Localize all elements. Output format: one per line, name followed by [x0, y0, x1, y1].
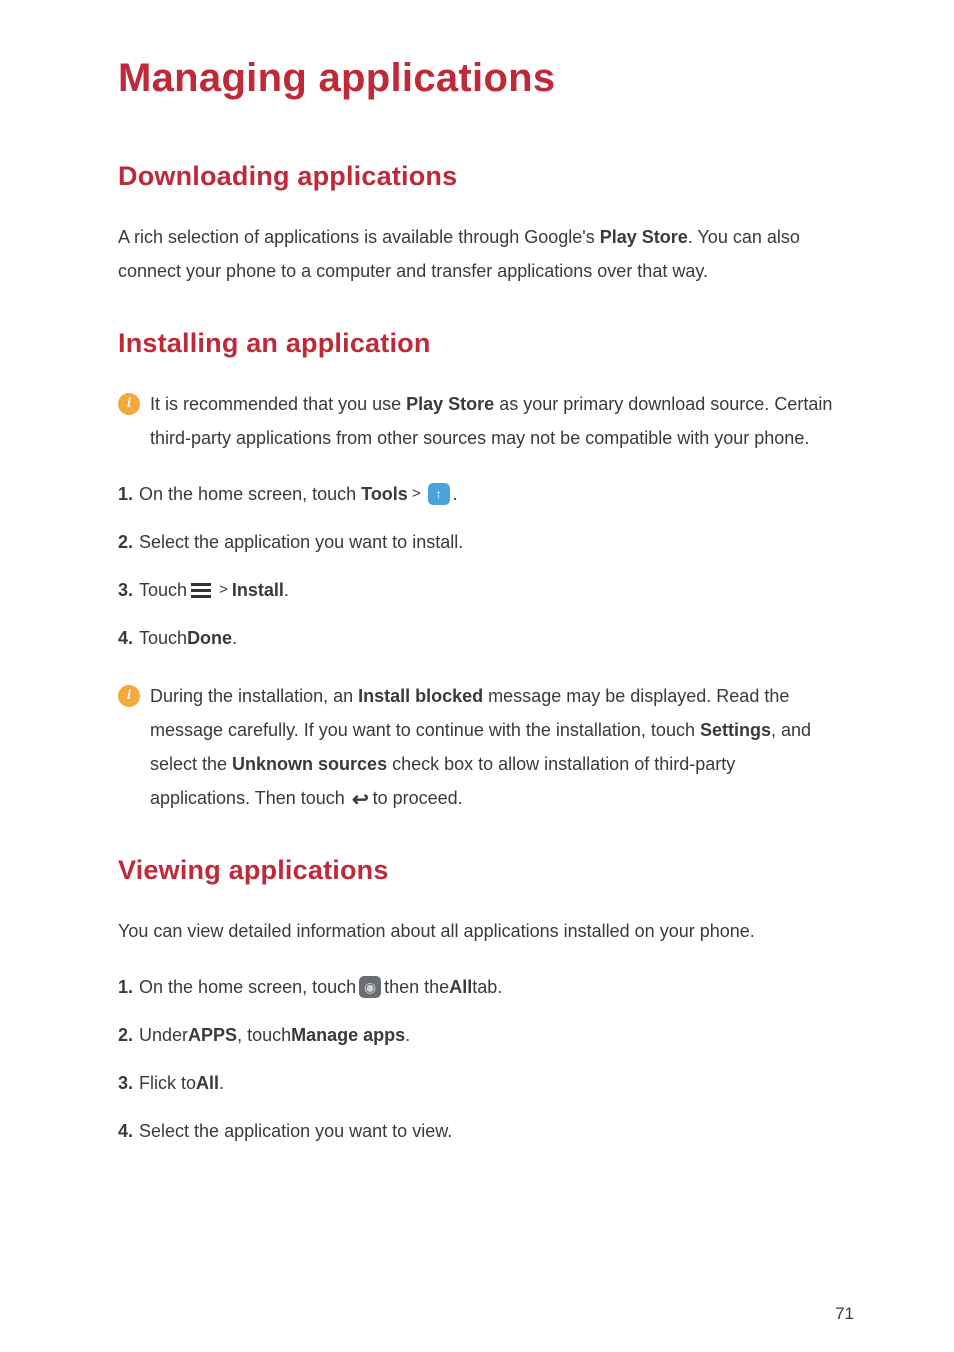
bold-play-store: Play Store — [600, 227, 688, 247]
bold-tools: Tools — [361, 477, 408, 511]
step-number: 4. — [118, 1114, 133, 1148]
info-icon: i — [118, 393, 140, 415]
text: Under — [139, 1018, 188, 1052]
info-note-play-store: i It is recommended that you use Play St… — [118, 387, 836, 455]
bold-all: All — [196, 1066, 219, 1100]
text: Touch — [139, 573, 187, 607]
step-number: 2. — [118, 1018, 133, 1052]
steps-install: 1. On the home screen, touch Tools > . 2… — [118, 477, 836, 655]
bold-play-store: Play Store — [406, 394, 494, 414]
step-number: 4. — [118, 621, 133, 655]
step-2: 2. Under APPS , touch Manage apps. — [118, 1018, 836, 1052]
bold-manage-apps: Manage apps — [291, 1018, 405, 1052]
greater-than-icon: > — [412, 477, 421, 511]
step-1: 1. On the home screen, touch then the Al… — [118, 970, 836, 1004]
bold-install: Install — [232, 573, 284, 607]
text: to proceed. — [373, 788, 463, 808]
text: Select the application you want to insta… — [139, 525, 463, 559]
text: . — [232, 621, 237, 655]
text: Flick to — [139, 1066, 196, 1100]
note-text: It is recommended that you use Play Stor… — [140, 387, 836, 455]
step-3: 3. Touch > Install. — [118, 573, 836, 607]
section-heading-downloading: Downloading applications — [118, 161, 836, 192]
text: . — [453, 477, 458, 511]
text: Touch — [139, 621, 187, 655]
text: , touch — [237, 1018, 291, 1052]
text: On the home screen, touch — [139, 970, 356, 1004]
settings-app-icon — [359, 976, 381, 998]
bold-all: All — [449, 970, 472, 1004]
step-4: 4. Touch Done. — [118, 621, 836, 655]
bold-unknown-sources: Unknown sources — [232, 754, 387, 774]
page-title: Managing applications — [118, 56, 836, 101]
text: tab. — [472, 970, 502, 1004]
bold-install-blocked: Install blocked — [358, 686, 483, 706]
menu-icon — [191, 583, 211, 598]
text: Select the application you want to view. — [139, 1114, 452, 1148]
step-number: 2. — [118, 525, 133, 559]
step-number: 3. — [118, 573, 133, 607]
text: . — [405, 1018, 410, 1052]
bold-done: Done — [187, 621, 232, 655]
step-number: 1. — [118, 477, 133, 511]
step-number: 1. — [118, 970, 133, 1004]
step-number: 3. — [118, 1066, 133, 1100]
step-2: 2. Select the application you want to in… — [118, 525, 836, 559]
paragraph-downloading: A rich selection of applications is avai… — [118, 220, 836, 288]
text: A rich selection of applications is avai… — [118, 227, 600, 247]
text: On the home screen, touch — [139, 477, 356, 511]
info-icon: i — [118, 685, 140, 707]
step-1: 1. On the home screen, touch Tools > . — [118, 477, 836, 511]
bold-settings: Settings — [700, 720, 771, 740]
page-number: 71 — [835, 1304, 854, 1324]
steps-view: 1. On the home screen, touch then the Al… — [118, 970, 836, 1148]
note-text: During the installation, an Install bloc… — [140, 679, 836, 817]
text: then the — [384, 970, 449, 1004]
text: . — [219, 1066, 224, 1100]
section-heading-installing: Installing an application — [118, 328, 836, 359]
bold-apps: APPS — [188, 1018, 237, 1052]
step-3: 3. Flick to All. — [118, 1066, 836, 1100]
text: During the installation, an — [150, 686, 358, 706]
text: . — [284, 573, 289, 607]
paragraph-viewing: You can view detailed information about … — [118, 914, 836, 948]
step-4: 4. Select the application you want to vi… — [118, 1114, 836, 1148]
greater-than-icon: > — [219, 573, 228, 607]
info-note-install-blocked: i During the installation, an Install bl… — [118, 679, 836, 817]
document-page: Managing applications Downloading applic… — [0, 0, 954, 1352]
files-app-icon — [428, 483, 450, 505]
back-icon: ↪ — [352, 783, 369, 817]
section-heading-viewing: Viewing applications — [118, 855, 836, 886]
text: It is recommended that you use — [150, 394, 406, 414]
